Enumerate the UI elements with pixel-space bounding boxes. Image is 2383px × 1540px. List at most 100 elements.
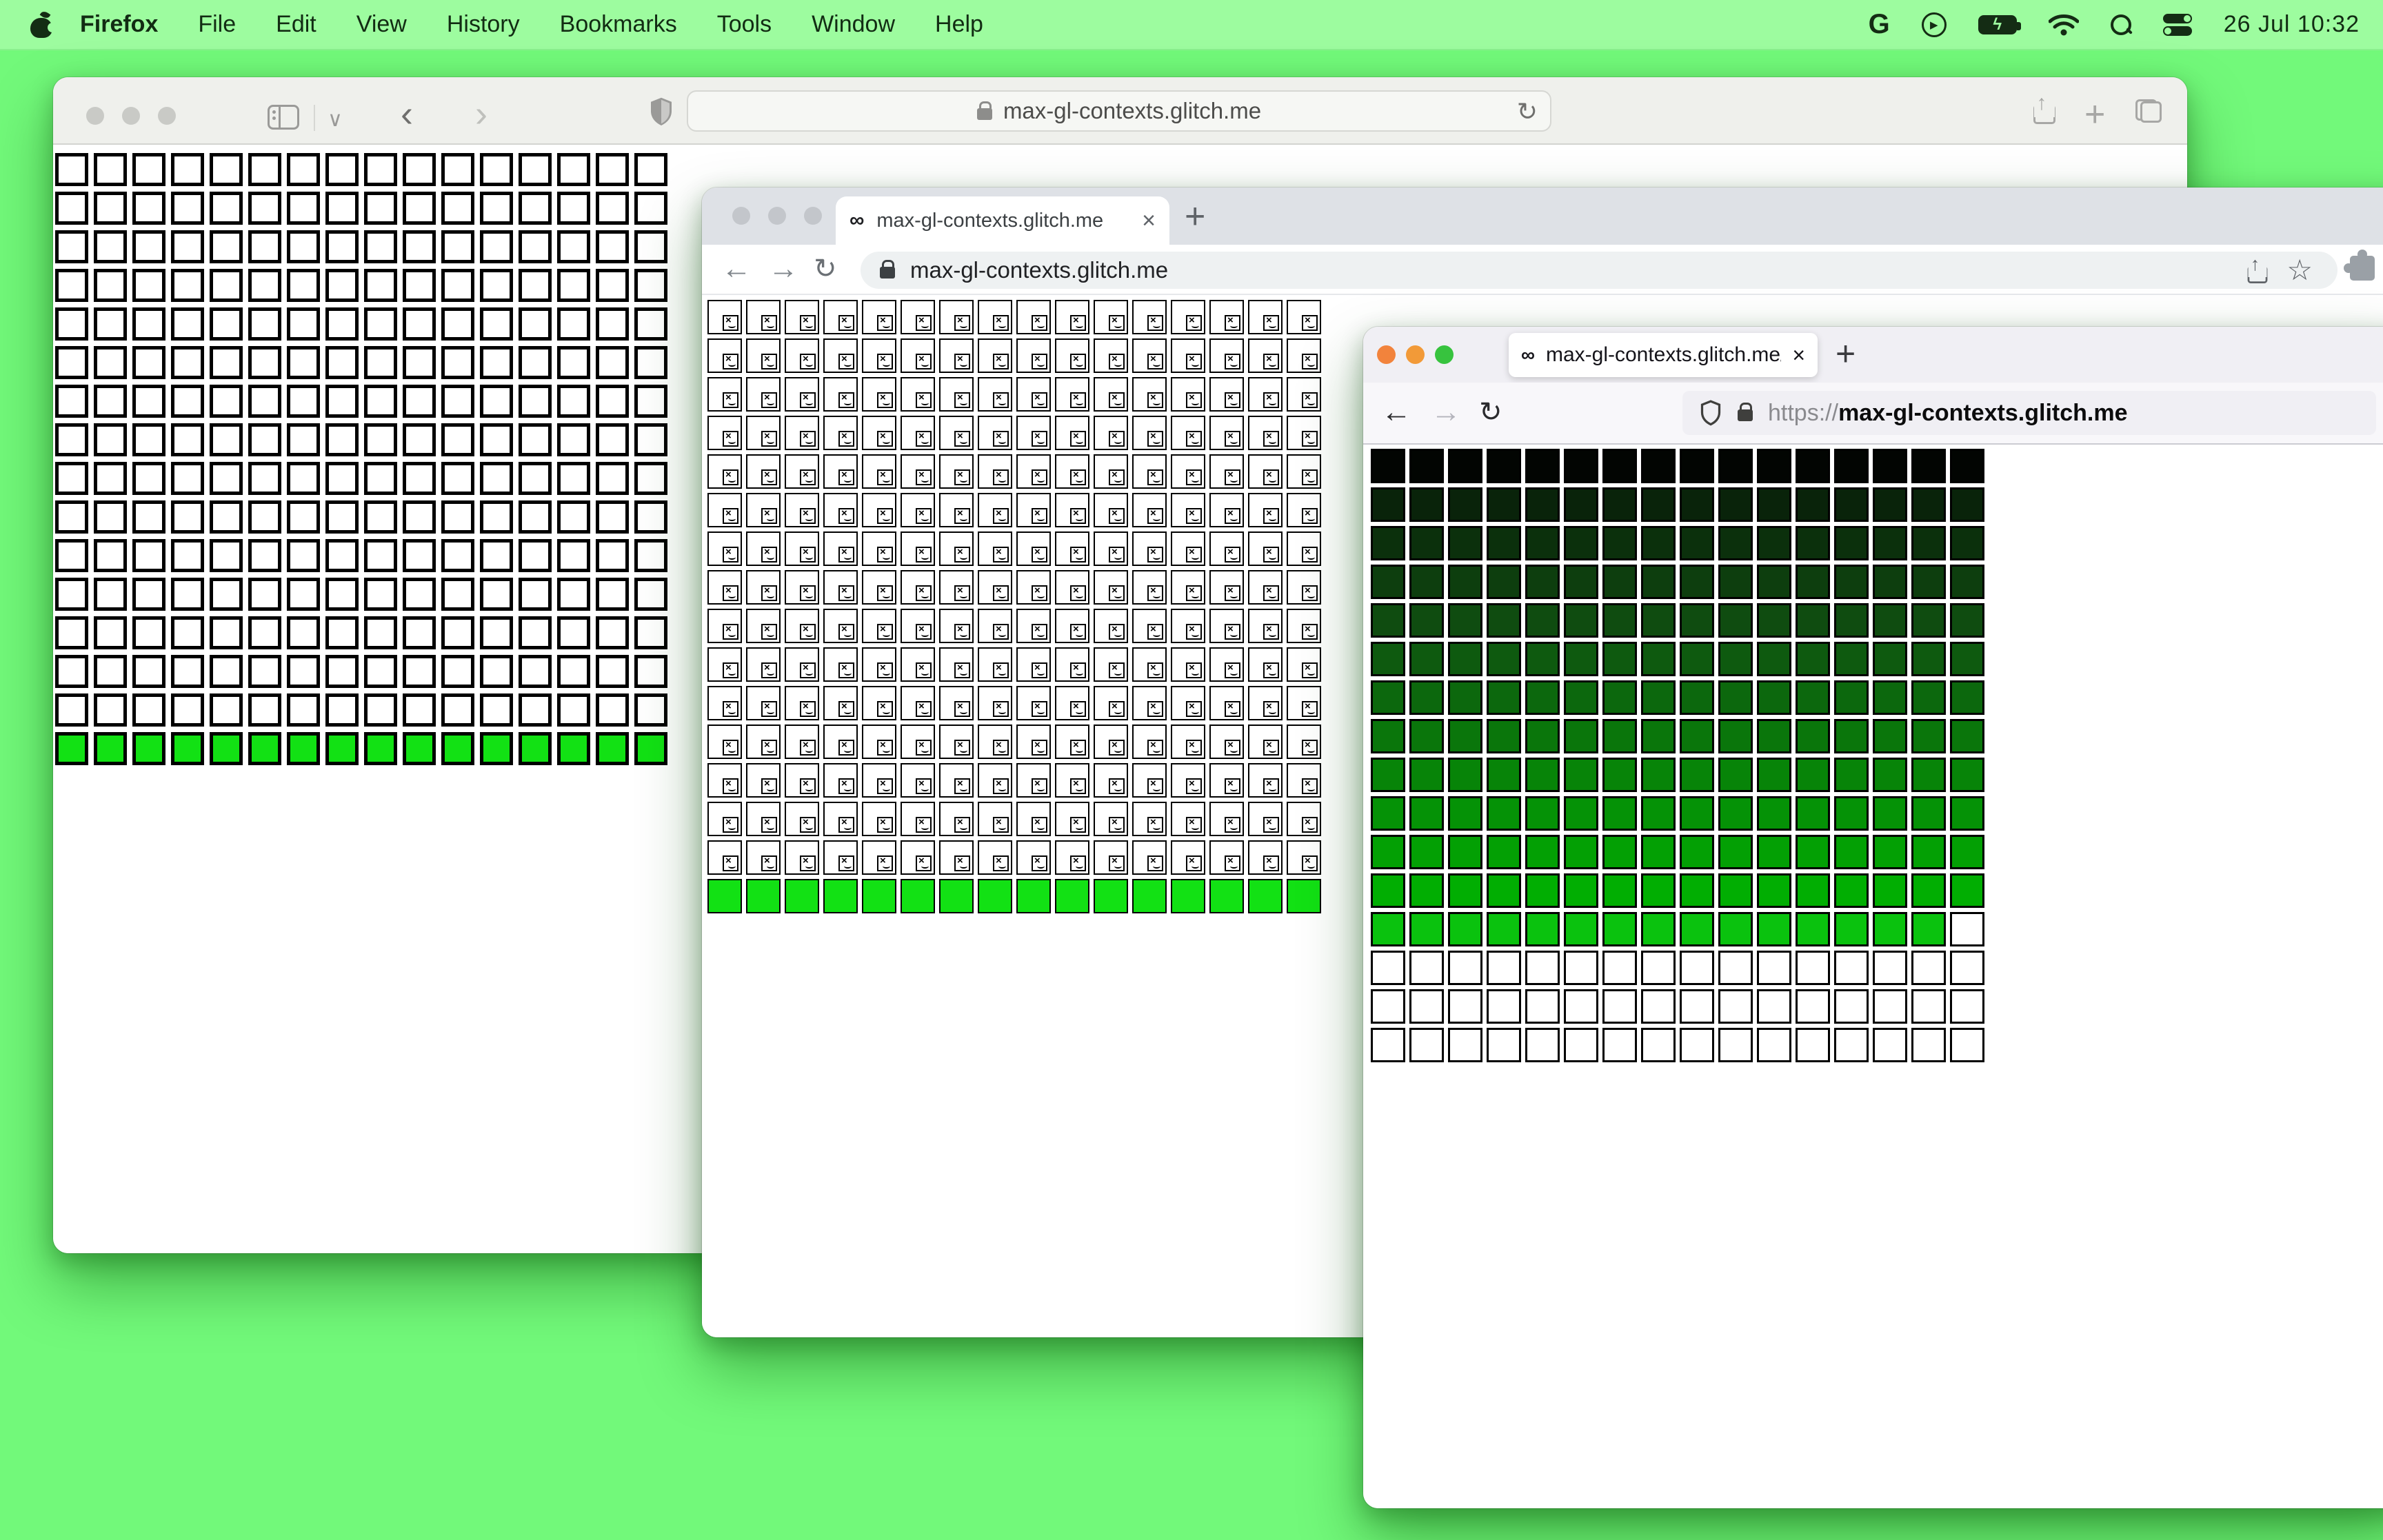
tab-overview-icon[interactable] xyxy=(2135,99,2162,123)
safari-new-tab-button[interactable]: + xyxy=(2084,94,2105,135)
grid-cell xyxy=(596,578,629,611)
grid-cell: × xyxy=(978,377,1012,412)
firefox-url-field[interactable]: https:// max-gl-contexts.glitch.me xyxy=(1682,391,2376,435)
firefox-new-tab-button[interactable]: + xyxy=(1836,334,1856,374)
menu-item-bookmarks[interactable]: Bookmarks xyxy=(560,11,677,38)
control-center-icon[interactable] xyxy=(2162,13,2192,36)
apple-menu-icon[interactable] xyxy=(30,9,57,38)
grid-cell xyxy=(1602,487,1637,522)
firefox-close-button[interactable] xyxy=(1377,345,1396,364)
chrome-reload-button[interactable]: ↻ xyxy=(814,253,837,285)
chevron-down-icon[interactable]: ∨ xyxy=(328,108,343,132)
menu-app-name[interactable]: Firefox xyxy=(80,11,158,38)
safari-close-button[interactable] xyxy=(86,107,104,125)
grid-cell xyxy=(1911,719,1946,753)
grid-cell: × xyxy=(862,300,896,334)
chrome-minimize-button[interactable] xyxy=(768,207,786,225)
broken-image-icon: × xyxy=(1032,739,1047,756)
chrome-forward-button[interactable]: → xyxy=(768,252,798,286)
safari-reload-button[interactable]: ↻ xyxy=(1517,97,1538,126)
grid-cell xyxy=(1487,989,1521,1024)
grid-cell xyxy=(1834,1028,1869,1062)
play-circle-icon[interactable]: ▶ xyxy=(1921,12,1947,37)
broken-image-icon: × xyxy=(723,816,738,833)
privacy-shield-icon[interactable] xyxy=(649,97,674,127)
grid-cell: × xyxy=(1132,802,1167,836)
menu-item-view[interactable]: View xyxy=(356,11,407,38)
grid-cell: × xyxy=(1248,802,1283,836)
menu-item-tools[interactable]: Tools xyxy=(717,11,772,38)
chrome-url-field[interactable]: max-gl-contexts.glitch.me ← ☆ xyxy=(861,252,2337,289)
chrome-url-text: max-gl-contexts.glitch.me xyxy=(910,257,1169,283)
chrome-new-tab-button[interactable]: + xyxy=(1185,196,1205,237)
firefox-reload-button[interactable]: ↻ xyxy=(1479,396,1502,428)
broken-image-icon: × xyxy=(800,623,816,640)
firefox-minimize-button[interactable] xyxy=(1406,345,1425,364)
wifi-icon[interactable] xyxy=(2048,14,2079,36)
grid-cell: × xyxy=(785,763,819,798)
grid-cell xyxy=(132,616,165,649)
grid-cell xyxy=(1873,565,1907,599)
broken-image-icon: × xyxy=(1147,585,1163,601)
firefox-tab-close-icon[interactable]: × xyxy=(1792,343,1805,368)
google-g-icon[interactable]: G xyxy=(1869,9,1890,40)
sidebar-toggle-icon[interactable] xyxy=(268,105,299,130)
bookmark-star-icon[interactable]: ☆ xyxy=(2286,253,2313,287)
firefox-back-button[interactable]: ← xyxy=(1381,395,1411,429)
menu-item-edit[interactable]: Edit xyxy=(276,11,316,38)
menu-item-history[interactable]: History xyxy=(447,11,520,38)
chrome-active-tab[interactable]: ∞ max-gl-contexts.glitch.me × xyxy=(836,196,1169,245)
grid-cell xyxy=(171,500,204,534)
broken-image-icon: × xyxy=(954,314,970,331)
broken-image-icon: × xyxy=(1109,855,1125,871)
safari-zoom-button[interactable] xyxy=(158,107,176,125)
grid-cell xyxy=(325,693,359,727)
firefox-forward-button[interactable]: → xyxy=(1431,395,1461,429)
grid-cell xyxy=(1448,449,1482,483)
chrome-tab-close-icon[interactable]: × xyxy=(1142,207,1156,234)
firefox-active-tab[interactable]: ∞ max-gl-contexts.glitch.me/ × xyxy=(1509,333,1818,377)
menu-clock[interactable]: 26 Jul 10:32 xyxy=(2224,11,2360,38)
grid-cell xyxy=(55,230,88,263)
menu-item-help[interactable]: Help xyxy=(935,11,983,38)
share-icon[interactable]: ← xyxy=(2033,91,2056,124)
share-icon[interactable]: ← xyxy=(2247,253,2268,283)
grid-cell: × xyxy=(1016,454,1051,489)
grid-cell xyxy=(596,539,629,572)
grid-cell: × xyxy=(1094,686,1128,720)
grid-cell xyxy=(248,153,281,186)
grid-cell: × xyxy=(1055,570,1089,605)
broken-image-icon: × xyxy=(761,816,777,833)
grid-cell: × xyxy=(1132,377,1167,412)
grid-cell xyxy=(132,732,165,765)
grid-cell: × xyxy=(1055,416,1089,450)
grid-cell xyxy=(1796,526,1830,560)
grid-cell: × xyxy=(1248,416,1283,450)
safari-url-field[interactable]: max-gl-contexts.glitch.me ↻ xyxy=(687,90,1551,132)
grid-cell xyxy=(210,500,243,534)
safari-minimize-button[interactable] xyxy=(122,107,140,125)
tracking-shield-icon[interactable] xyxy=(1700,400,1721,426)
grid-cell xyxy=(1834,835,1869,869)
safari-forward-button[interactable]: › xyxy=(475,92,487,135)
extensions-puzzle-icon[interactable] xyxy=(2344,250,2375,281)
chrome-back-button[interactable]: ← xyxy=(721,252,752,286)
chrome-zoom-button[interactable] xyxy=(804,207,822,225)
broken-image-icon: × xyxy=(877,392,893,408)
grid-cell xyxy=(1950,642,1984,676)
grid-cell: × xyxy=(1016,840,1051,875)
firefox-zoom-button[interactable] xyxy=(1435,345,1454,364)
grid-cell: × xyxy=(1132,531,1167,566)
spotlight-search-icon[interactable] xyxy=(2110,14,2131,35)
chrome-close-button[interactable] xyxy=(732,207,750,225)
menu-item-file[interactable]: File xyxy=(198,11,236,38)
broken-image-icon: × xyxy=(1302,546,1318,563)
grid-cell xyxy=(364,153,397,186)
menu-item-window[interactable]: Window xyxy=(812,11,895,38)
grid-cell: × xyxy=(746,377,781,412)
grid-cell: × xyxy=(1248,377,1283,412)
battery-charging-icon[interactable]: ϟ xyxy=(1978,14,2021,34)
grid-cell xyxy=(707,879,742,913)
grid-cell xyxy=(1564,951,1598,985)
safari-back-button[interactable]: ‹ xyxy=(401,92,413,135)
